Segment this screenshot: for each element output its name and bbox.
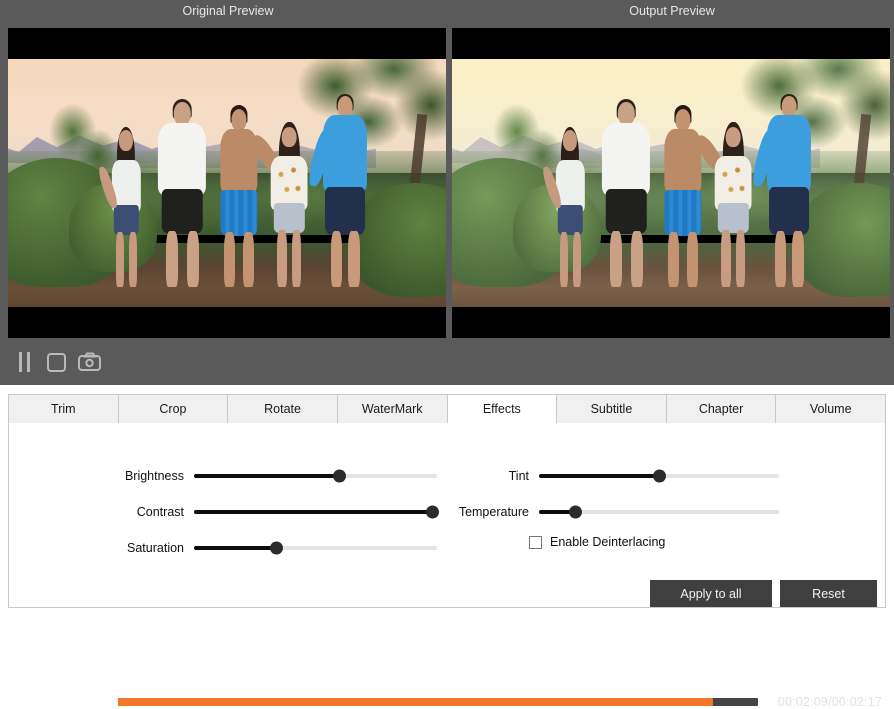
- contrast-slider-row: Contrast: [19, 503, 439, 521]
- playback-progress-bar[interactable]: [118, 698, 758, 706]
- pause-icon[interactable]: [12, 350, 38, 374]
- original-preview-title: Original Preview: [8, 4, 448, 18]
- brightness-slider-thumb[interactable]: [333, 470, 346, 483]
- contrast-slider[interactable]: [194, 510, 437, 514]
- tint-slider-fill: [539, 474, 659, 478]
- person-3: [214, 104, 264, 288]
- tab-crop[interactable]: Crop: [119, 394, 229, 424]
- saturation-slider-fill: [194, 546, 277, 550]
- person-1: [551, 124, 590, 288]
- brightness-slider[interactable]: [194, 474, 437, 478]
- enable-deinterlacing-checkbox[interactable]: [529, 536, 542, 549]
- output-preview-video[interactable]: [452, 28, 890, 338]
- original-preview-video[interactable]: [8, 28, 446, 338]
- tab-subtitle[interactable]: Subtitle: [557, 394, 667, 424]
- output-video-frame: [452, 59, 890, 307]
- tint-slider-thumb[interactable]: [653, 470, 666, 483]
- tab-chapter[interactable]: Chapter: [667, 394, 777, 424]
- brightness-slider-fill: [194, 474, 340, 478]
- tab-volume[interactable]: Volume: [776, 394, 886, 424]
- contrast-slider-fill: [194, 510, 432, 514]
- enable-deinterlacing-row[interactable]: Enable Deinterlacing: [529, 535, 665, 549]
- video-scene-original: [8, 59, 446, 307]
- person-2: [155, 99, 210, 287]
- output-preview-title: Output Preview: [452, 4, 892, 18]
- contrast-slider-thumb[interactable]: [426, 506, 439, 519]
- temperature-slider[interactable]: [539, 510, 779, 514]
- person-3: [658, 104, 708, 288]
- tint-slider-row: Tint: [449, 467, 869, 485]
- brightness-slider-row: Brightness: [19, 467, 439, 485]
- playback-progress-fill: [118, 698, 713, 706]
- person-5: [319, 94, 372, 287]
- tab-rotate[interactable]: Rotate: [228, 394, 338, 424]
- tab-effects[interactable]: Effects: [448, 394, 558, 424]
- editor-tab-bar: Trim Crop Rotate WaterMark Effects Subti…: [8, 394, 886, 424]
- playback-toolbar: 00:02:09/00:02:17: [0, 340, 894, 385]
- saturation-slider-row: Saturation: [19, 539, 439, 557]
- tab-trim[interactable]: Trim: [8, 394, 119, 424]
- reset-button[interactable]: Reset: [780, 580, 877, 607]
- enable-deinterlacing-label: Enable Deinterlacing: [550, 535, 665, 549]
- camera-icon[interactable]: [76, 350, 102, 374]
- tab-watermark[interactable]: WaterMark: [338, 394, 448, 424]
- temperature-label: Temperature: [449, 505, 529, 519]
- video-scene-output: [452, 59, 890, 307]
- preview-area: Original Preview Output Preview: [0, 0, 894, 385]
- playback-time-display: 00:02:09/00:02:17: [778, 695, 882, 709]
- apply-to-all-button[interactable]: Apply to all: [650, 580, 772, 607]
- contrast-label: Contrast: [19, 505, 184, 519]
- person-4: [266, 119, 312, 288]
- person-1: [107, 124, 146, 288]
- effects-panel: Brightness Contrast Saturation Tint Temp…: [8, 423, 886, 608]
- temperature-slider-thumb[interactable]: [569, 506, 582, 519]
- person-5: [763, 94, 816, 287]
- preview-titles: Original Preview Output Preview: [0, 0, 894, 26]
- saturation-slider-thumb[interactable]: [270, 542, 283, 555]
- saturation-slider[interactable]: [194, 546, 437, 550]
- original-video-frame: [8, 59, 446, 307]
- person-4: [710, 119, 756, 288]
- tint-label: Tint: [449, 469, 529, 483]
- brightness-label: Brightness: [19, 469, 184, 483]
- saturation-label: Saturation: [19, 541, 184, 555]
- temperature-slider-row: Temperature: [449, 503, 869, 521]
- tint-slider[interactable]: [539, 474, 779, 478]
- person-2: [599, 99, 654, 287]
- stop-icon[interactable]: [44, 350, 70, 374]
